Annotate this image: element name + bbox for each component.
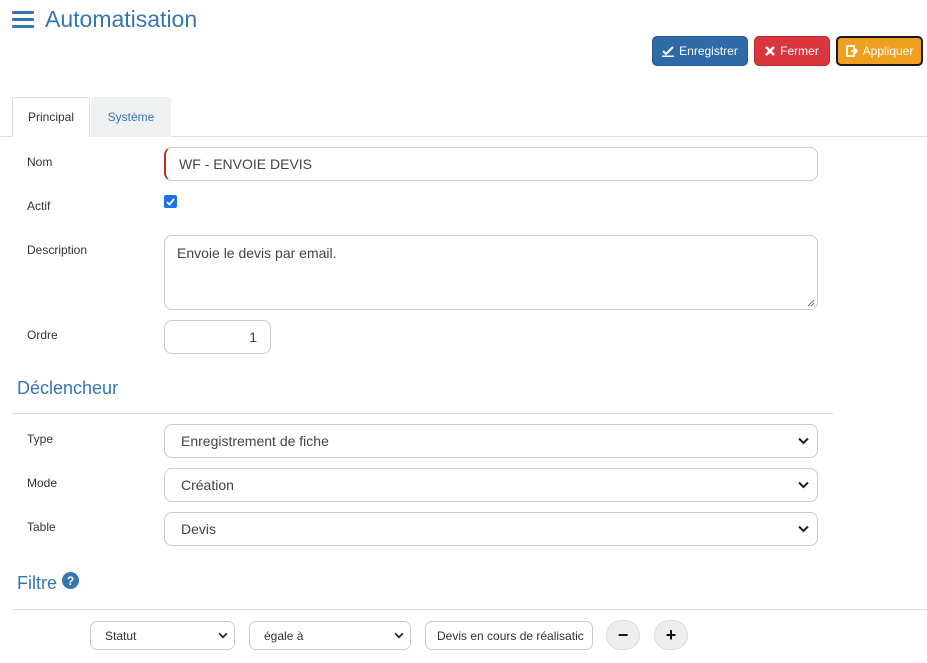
- apply-label: Appliquer: [862, 44, 914, 58]
- filter-field-value: Statut: [105, 628, 137, 643]
- remove-filter-button[interactable]: −: [606, 620, 640, 650]
- apply-button[interactable]: Appliquer: [836, 36, 923, 66]
- filter-heading: Filtre: [17, 573, 57, 593]
- minus-icon: −: [617, 624, 629, 645]
- mode-label: Mode: [27, 476, 58, 490]
- type-value: Enregistrement de fiche: [181, 433, 329, 449]
- page-header: Automatisation: [12, 4, 197, 34]
- page-title: Automatisation: [45, 5, 198, 32]
- mode-value: Création: [181, 477, 234, 493]
- resize-grip-icon[interactable]: [807, 299, 815, 307]
- nom-input[interactable]: WF - ENVOIE DEVIS: [164, 147, 818, 181]
- description-label: Description: [27, 243, 88, 257]
- add-filter-button[interactable]: +: [654, 620, 688, 650]
- tab-principal[interactable]: Principal: [12, 97, 90, 137]
- filter-value-input[interactable]: Devis en cours de réalisatic: [425, 621, 593, 650]
- actif-checkbox[interactable]: [164, 195, 177, 208]
- chevron-down-icon: [798, 481, 809, 489]
- ordre-label: Ordre: [27, 328, 58, 342]
- checkmark-icon: [166, 197, 175, 206]
- filter-divider: [12, 609, 927, 610]
- trigger-divider: [12, 413, 833, 414]
- ordre-input[interactable]: 1: [164, 320, 271, 354]
- filter-operator-value: égale à: [264, 628, 304, 643]
- save-label: Enregistrer: [679, 44, 738, 58]
- filter-operator-select[interactable]: égale à: [249, 621, 411, 650]
- chevron-down-icon: [798, 525, 809, 533]
- description-text: Envoie le devis par email.: [177, 245, 337, 261]
- type-label: Type: [27, 432, 54, 446]
- table-value: Devis: [181, 521, 217, 537]
- chevron-down-icon: [798, 437, 809, 445]
- close-label: Fermer: [780, 44, 819, 58]
- chevron-down-icon: [218, 632, 228, 638]
- mode-select[interactable]: Création: [164, 468, 818, 502]
- type-select[interactable]: Enregistrement de fiche: [164, 424, 818, 458]
- filter-field-select[interactable]: Statut: [90, 621, 235, 650]
- check-icon: [662, 45, 675, 57]
- description-textarea[interactable]: Envoie le devis par email.: [164, 235, 818, 310]
- nom-label: Nom: [27, 155, 53, 169]
- table-select[interactable]: Devis: [164, 512, 818, 546]
- tab-systeme[interactable]: Système: [91, 97, 171, 137]
- trigger-heading: Déclencheur: [17, 378, 119, 398]
- menu-icon[interactable]: [12, 9, 34, 29]
- apply-icon: [845, 45, 858, 57]
- help-icon[interactable]: ?: [62, 572, 79, 589]
- close-icon: [765, 46, 776, 56]
- table-label: Table: [27, 520, 56, 534]
- chevron-down-icon: [394, 632, 404, 638]
- actif-label: Actif: [27, 199, 51, 213]
- plus-icon: +: [665, 624, 677, 645]
- close-button[interactable]: Fermer: [754, 36, 830, 66]
- save-button[interactable]: Enregistrer: [652, 36, 748, 66]
